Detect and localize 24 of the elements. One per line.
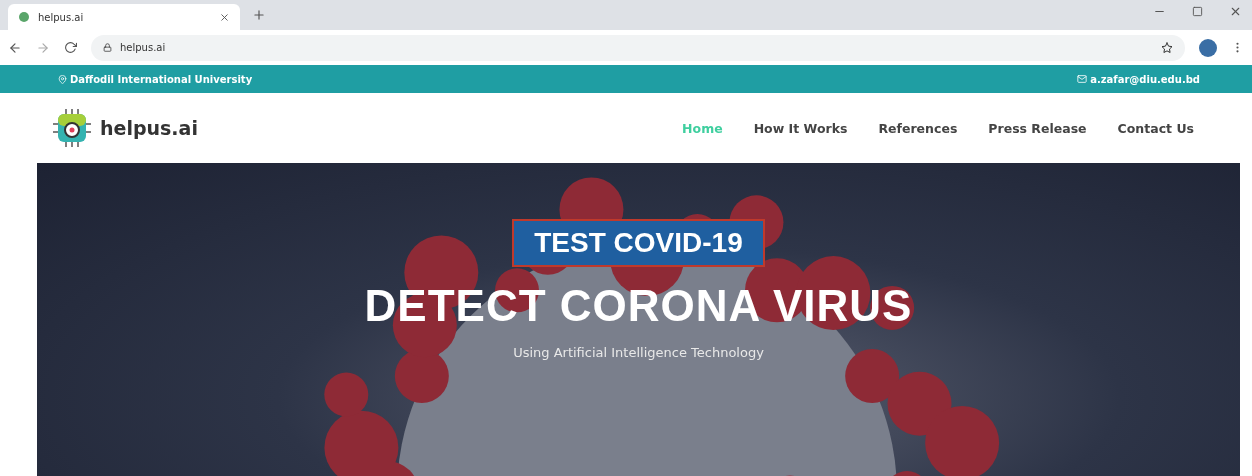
- browser-tab[interactable]: helpus.ai: [8, 4, 240, 30]
- new-tab-icon[interactable]: [252, 8, 266, 22]
- lock-icon: [103, 43, 112, 52]
- maximize-icon[interactable]: [1192, 4, 1203, 18]
- test-covid-badge: TEST COVID-19: [512, 219, 765, 267]
- globe-icon: [18, 11, 30, 23]
- logo-text[interactable]: helpus.ai: [100, 117, 198, 139]
- profile-avatar[interactable]: [1199, 38, 1217, 57]
- nav-link[interactable]: References: [878, 120, 958, 136]
- url-text: helpus.ai: [120, 42, 166, 53]
- nav-link[interactable]: How It Works: [753, 120, 848, 136]
- address-field[interactable]: helpus.ai: [91, 34, 1185, 61]
- reload-icon[interactable]: [64, 41, 77, 54]
- hero-subtitle: Using Artificial Intelligence Technology: [513, 345, 764, 360]
- star-icon[interactable]: [1161, 41, 1173, 54]
- nav-link[interactable]: Press Release: [988, 120, 1087, 136]
- mail-icon: [1077, 74, 1088, 84]
- back-icon[interactable]: [8, 40, 22, 55]
- location-text: Daffodil International University: [70, 73, 253, 85]
- nav-link[interactable]: Contact Us: [1117, 120, 1194, 136]
- chip-logo-icon: [52, 108, 92, 148]
- tab-title: helpus.ai: [38, 11, 85, 23]
- location-pin-icon: [58, 74, 67, 84]
- close-tab-icon[interactable]: [219, 11, 230, 23]
